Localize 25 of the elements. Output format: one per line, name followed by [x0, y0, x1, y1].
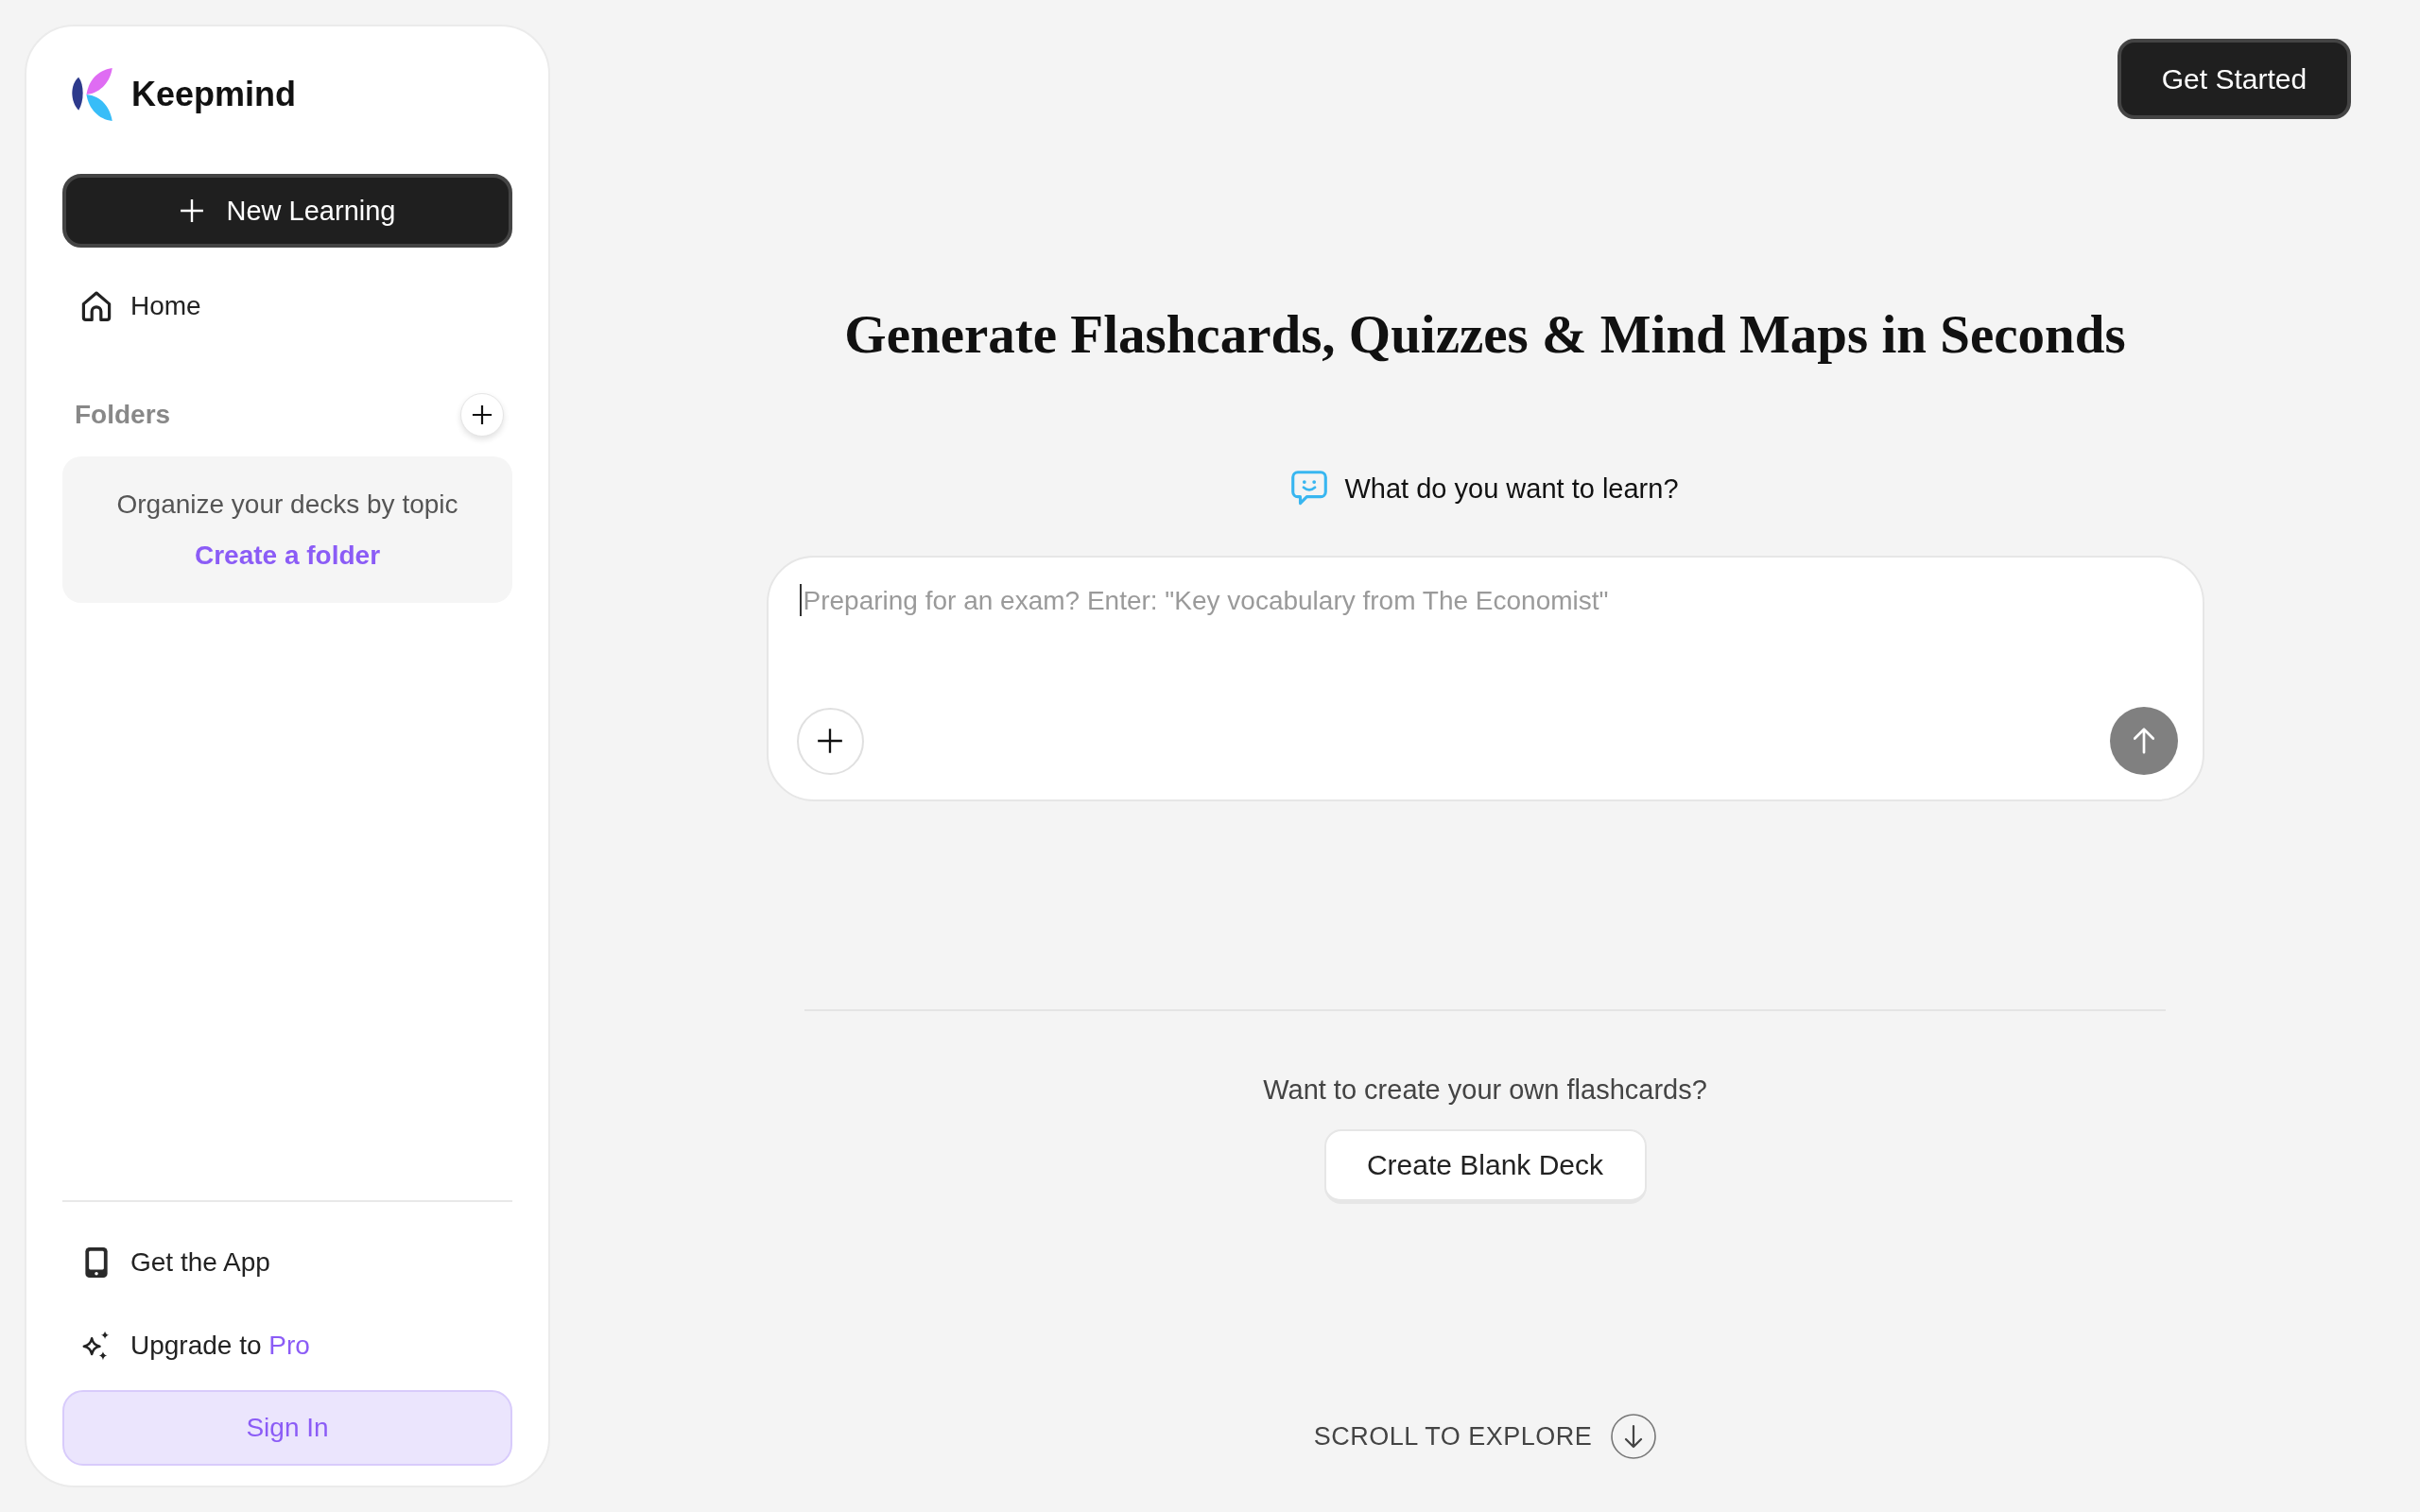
prompt-label: What do you want to learn? — [1344, 472, 1679, 505]
plus-icon — [817, 728, 843, 754]
upgrade-link[interactable]: Upgrade to Pro — [62, 1319, 310, 1372]
create-own-question: Want to create your own flashcards? — [1263, 1074, 1707, 1107]
create-blank-deck-button[interactable]: Create Blank Deck — [1323, 1129, 1647, 1204]
page-title: Generate Flashcards, Quizzes & Mind Maps in Seconds — [844, 303, 2126, 366]
arrow-up-icon — [2133, 728, 2154, 754]
plus-icon — [179, 198, 204, 223]
home-link[interactable]: Home — [62, 280, 201, 333]
arrow-down-circle-icon — [1611, 1414, 1657, 1459]
plus-icon — [472, 404, 493, 425]
smiling-chat-bubble-icon — [1291, 471, 1328, 507]
get-started-button[interactable]: Get Started — [2118, 39, 2351, 119]
create-folder-link[interactable]: Create a folder — [194, 540, 381, 571]
logo-icon — [69, 68, 112, 121]
folders-heading: Folders — [75, 400, 171, 430]
home-icon — [81, 291, 112, 321]
new-learning-button[interactable]: New Learning — [62, 174, 512, 248]
scroll-hint: SCROLL TO EXPLORE — [1313, 1421, 1593, 1452]
add-folder-button[interactable] — [460, 393, 504, 437]
get-app-link[interactable]: Get the App — [62, 1236, 270, 1289]
prompt-input[interactable]: Preparing for an exam? Enter: "Key vocabulary from The Economist" — [801, 584, 2178, 622]
phone-icon — [85, 1247, 108, 1278]
brand-name: Keepmind — [131, 75, 297, 114]
empty-folders-text: Organize your decks by topic — [116, 489, 458, 520]
